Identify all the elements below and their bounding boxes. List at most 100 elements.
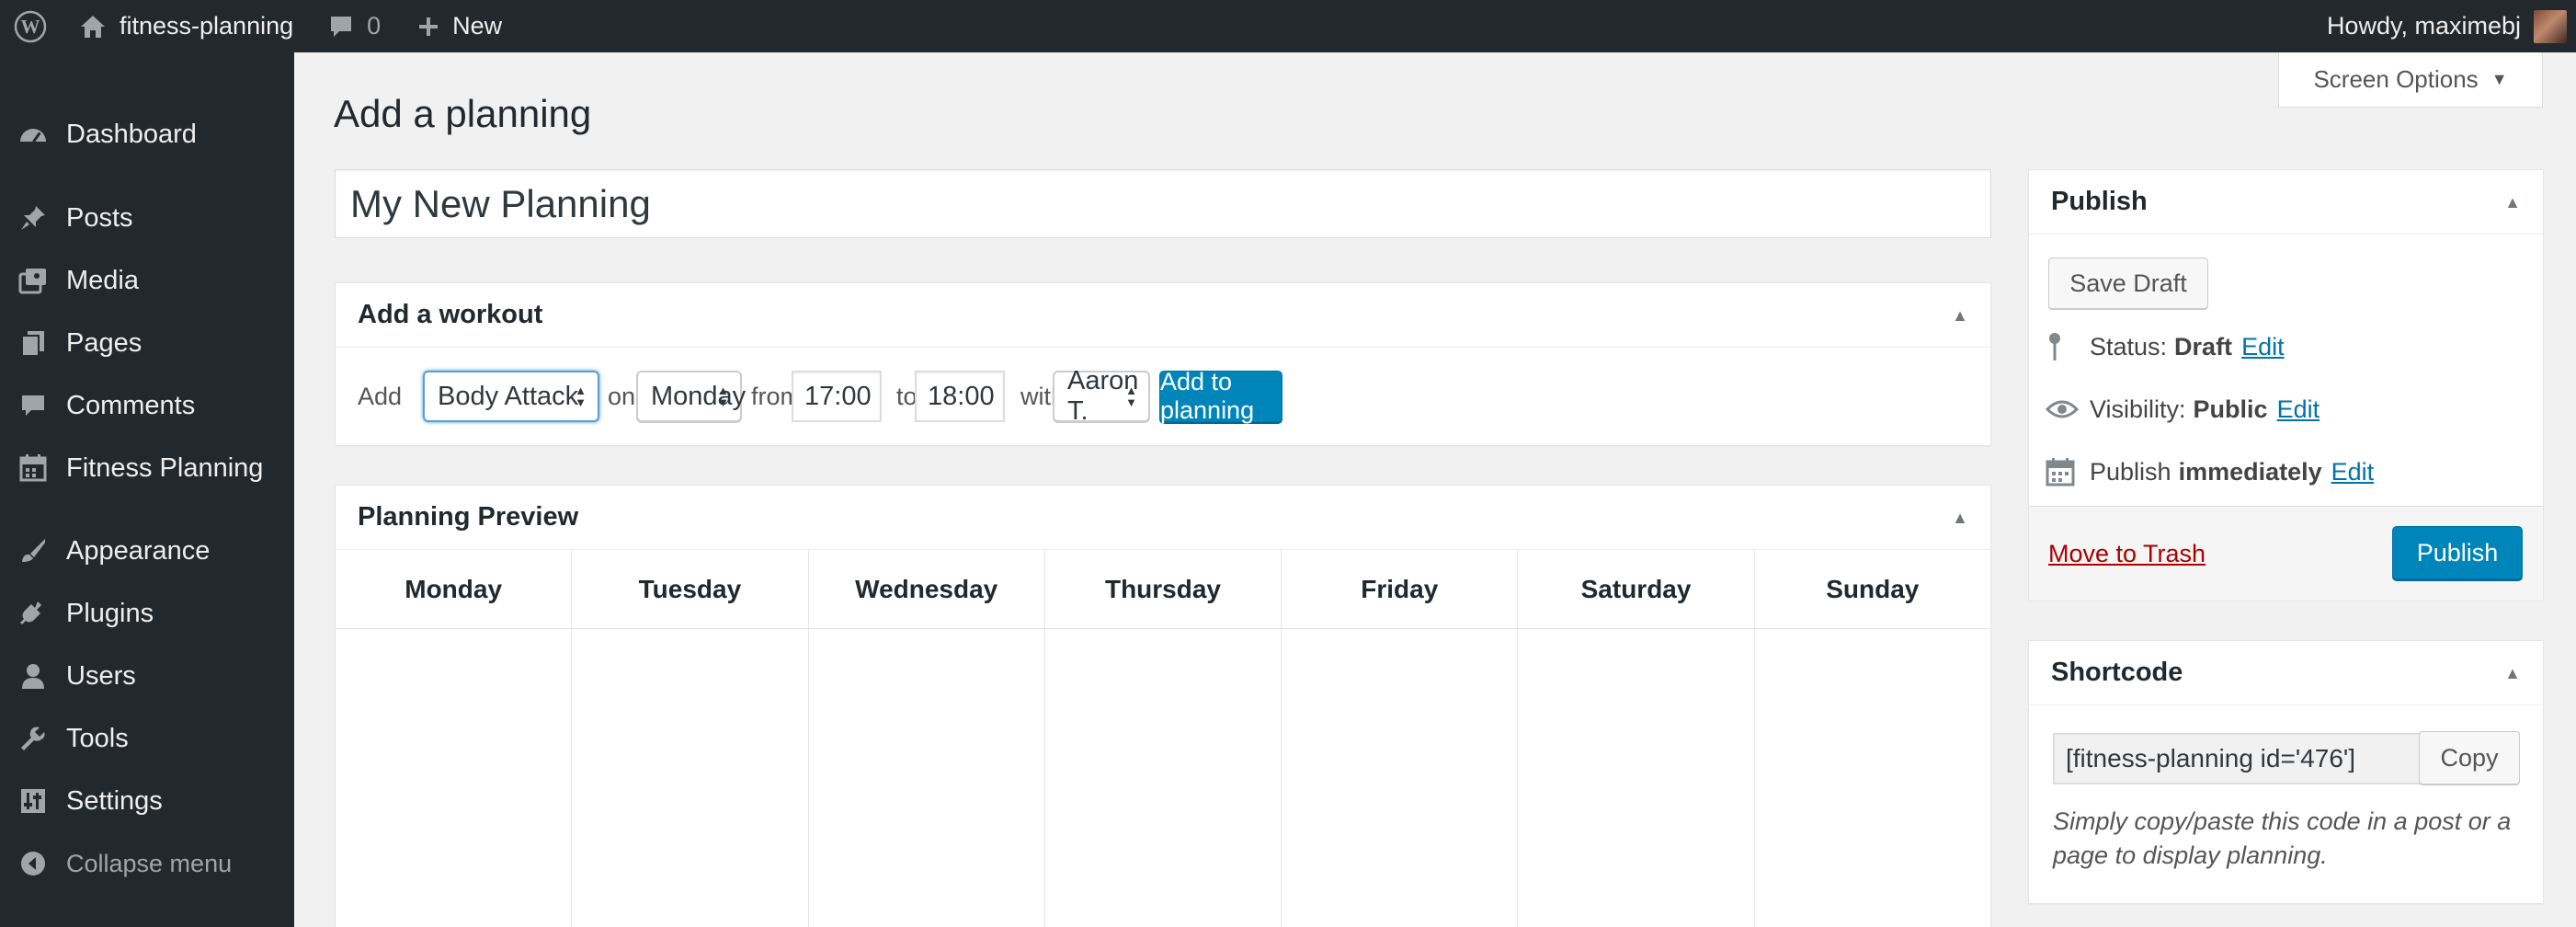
- calendar-icon: [0, 454, 66, 482]
- menu-item-posts[interactable]: Posts: [0, 190, 294, 246]
- calendar-column: Thursday: [1044, 550, 1282, 927]
- menu-item-tools[interactable]: Tools: [0, 711, 294, 766]
- menu-item-label: Dashboard: [66, 119, 197, 149]
- dashboard-icon: [0, 121, 66, 147]
- admin-menu: Dashboard Posts Media Pages Comments Fitness …: [0, 52, 294, 927]
- coach-select[interactable]: Aaron T. ▲ ▼: [1053, 366, 1150, 426]
- site-name: fitness-planning: [120, 12, 294, 40]
- move-to-trash-link[interactable]: Move to Trash: [2048, 507, 2206, 601]
- select-arrows-icon: ▲ ▼: [717, 383, 729, 409]
- pin-icon: [2046, 331, 2090, 362]
- edit-status-link[interactable]: Edit: [2241, 333, 2285, 361]
- publish-box: Publish ▲ Save Draft Status: Draft Edit …: [2028, 169, 2544, 601]
- visibility-value: Public: [2193, 395, 2268, 423]
- pin-icon: [0, 204, 66, 232]
- on-label: on: [608, 382, 636, 410]
- day-header: Friday: [1282, 550, 1518, 629]
- publish-heading: Publish: [2051, 187, 2148, 216]
- publish-actions: Move to Trash Publish: [2029, 506, 2543, 601]
- collapse-arrow-icon: [0, 850, 66, 877]
- plus-icon: [419, 17, 439, 36]
- comment-bubble-icon: [331, 16, 352, 37]
- menu-item-label: Pages: [66, 327, 142, 358]
- menu-item-label: Posts: [66, 202, 133, 233]
- edit-visibility-link[interactable]: Edit: [2277, 395, 2320, 424]
- publish-label: Publish: [2090, 457, 2171, 486]
- triangle-down-icon: ▼: [2491, 70, 2508, 88]
- publish-value: immediately: [2178, 457, 2322, 486]
- menu-item-label: Comments: [66, 390, 196, 420]
- collapse-triangle-icon[interactable]: ▲: [1952, 486, 1968, 550]
- menu-item-label: Settings: [66, 785, 163, 816]
- comments-link[interactable]: 0: [310, 0, 399, 52]
- add-workout-header[interactable]: Add a workout ▲: [336, 283, 1990, 348]
- status-value: Draft: [2174, 332, 2233, 360]
- day-header: Thursday: [1044, 550, 1282, 629]
- plug-icon: [0, 600, 66, 627]
- wordpress-logo-icon[interactable]: W: [0, 0, 61, 52]
- publish-button[interactable]: Publish: [2392, 526, 2523, 579]
- calendar-column: Wednesday: [808, 550, 1045, 927]
- day-header: Saturday: [1518, 550, 1754, 629]
- day-select-value: Monday: [651, 381, 747, 411]
- save-draft-button[interactable]: Save Draft: [2048, 258, 2208, 309]
- calendar-column: Tuesday: [572, 550, 809, 927]
- visibility-label: Visibility:: [2090, 395, 2186, 423]
- to-time-input[interactable]: 18:00: [915, 371, 1005, 422]
- day-select[interactable]: Monday ▲ ▼: [636, 371, 746, 422]
- calendar-column: Friday: [1282, 550, 1519, 927]
- add-workout-box: Add a workout ▲ Add Body Attack ▲ ▼ on Mo…: [335, 282, 1991, 446]
- menu-item-dashboard[interactable]: Dashboard: [0, 107, 294, 162]
- eye-icon: [2046, 398, 2090, 420]
- menu-item-fitness-planning[interactable]: Fitness Planning: [0, 441, 294, 496]
- menu-item-label: Tools: [66, 723, 129, 753]
- menu-item-appearance[interactable]: Appearance: [0, 523, 294, 578]
- shortcode-input[interactable]: [fitness-planning id='476']: [2053, 733, 2426, 784]
- user-icon: [0, 662, 66, 690]
- add-workout-form: Add Body Attack ▲ ▼ on Monday ▲ ▼ from 17:…: [336, 348, 1990, 445]
- my-account-link[interactable]: Howdy, maximebj: [2327, 0, 2576, 52]
- new-content-link[interactable]: New: [399, 0, 520, 52]
- calendar-column: Monday: [336, 550, 573, 927]
- status-label: Status:: [2090, 332, 2168, 360]
- media-icon: [0, 267, 66, 294]
- menu-item-comments[interactable]: Comments: [0, 378, 294, 433]
- menu-item-plugins[interactable]: Plugins: [0, 586, 294, 641]
- add-label: Add: [358, 382, 403, 410]
- screen-options-button[interactable]: Screen Options ▼: [2278, 52, 2543, 108]
- collapse-menu-button[interactable]: Collapse menu: [0, 836, 294, 891]
- planning-preview-header[interactable]: Planning Preview ▲: [336, 486, 1990, 550]
- day-header: Tuesday: [572, 550, 808, 629]
- planning-preview-box: Planning Preview ▲ Monday Tuesday Wednes…: [335, 485, 1991, 927]
- from-time-input[interactable]: 17:00: [792, 371, 882, 422]
- menu-item-media[interactable]: Media: [0, 253, 294, 308]
- home-icon: [81, 15, 105, 38]
- collapse-triangle-icon[interactable]: ▲: [1952, 283, 1968, 348]
- day-header: Monday: [336, 550, 572, 629]
- collapse-triangle-icon[interactable]: ▲: [2504, 170, 2521, 235]
- edit-date-link[interactable]: Edit: [2331, 458, 2375, 486]
- collapse-triangle-icon[interactable]: ▲: [2504, 641, 2521, 705]
- site-name-link[interactable]: fitness-planning: [61, 0, 310, 52]
- wrench-icon: [0, 725, 66, 752]
- workout-select-value: Body Attack: [438, 381, 579, 411]
- screen-options-label: Screen Options: [2313, 65, 2479, 93]
- post-title-input[interactable]: My New Planning: [335, 169, 1991, 238]
- planning-preview-heading: Planning Preview: [358, 502, 579, 532]
- shortcode-header[interactable]: Shortcode ▲: [2029, 641, 2543, 705]
- menu-item-users[interactable]: Users: [0, 648, 294, 704]
- settings-icon: [0, 787, 66, 815]
- menu-item-label: Appearance: [66, 535, 211, 566]
- day-header: Sunday: [1754, 550, 1990, 629]
- menu-item-label: Fitness Planning: [66, 452, 264, 483]
- visibility-row: Visibility: Public Edit: [2046, 391, 2320, 428]
- planning-calendar: Monday Tuesday Wednesday Thursday Friday…: [336, 550, 1990, 927]
- menu-item-pages[interactable]: Pages: [0, 315, 294, 371]
- add-to-planning-button[interactable]: Add to planning: [1159, 368, 1282, 424]
- menu-item-settings[interactable]: Settings: [0, 773, 294, 829]
- publish-header[interactable]: Publish ▲: [2029, 170, 2543, 235]
- copy-button[interactable]: Copy: [2419, 731, 2520, 784]
- shortcode-description: Simply copy/paste this code in a post or…: [2053, 807, 2512, 869]
- status-row: Status: Draft Edit: [2046, 328, 2285, 365]
- workout-select[interactable]: Body Attack ▲ ▼: [423, 371, 599, 422]
